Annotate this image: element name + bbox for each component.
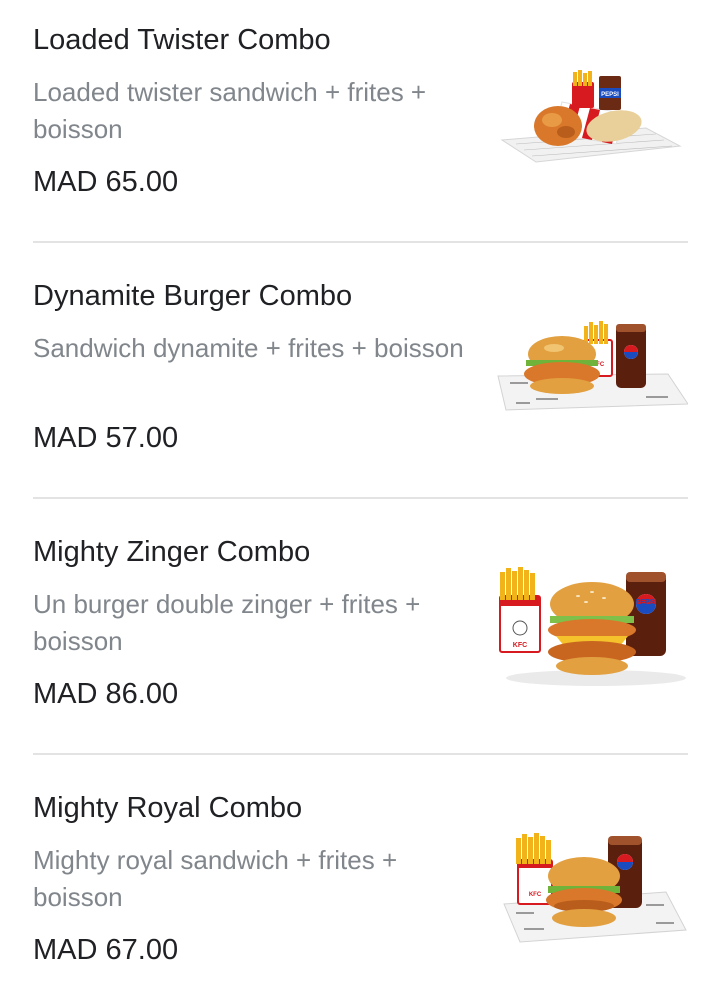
item-title: Dynamite Burger Combo [33,280,353,312]
item-price: MAD 86.00 [33,678,179,710]
item-title: Mighty Royal Combo [33,792,303,824]
item-price: MAD 57.00 [33,422,179,454]
kfc-logo: KFC [529,892,542,898]
item-price: MAD 65.00 [33,166,179,198]
mighty-zinger-combo-photo: KFC PEPSI [496,566,688,688]
item-price: MAD 67.00 [33,934,179,966]
item-description: Sandwich dynamite + frites + boisson [33,333,464,363]
pepsi-logo: PEPSI [601,92,619,98]
menu-item-mighty-zinger-combo[interactable]: Mighty Zinger Combo Un burger double zin… [0,534,704,734]
item-description: Loaded twister sandwich + frites + boiss… [33,77,427,144]
divider [33,497,688,499]
item-title: Mighty Zinger Combo [33,536,311,568]
item-description: Mighty royal sandwich + frites + boisson [33,845,398,912]
dynamite-burger-combo-photo: KFC [496,318,688,430]
menu-item-mighty-royal-combo[interactable]: Mighty Royal Combo Mighty royal sandwich… [0,790,704,980]
menu-item-dynamite-burger-combo[interactable]: Dynamite Burger Combo Sandwich dynamite … [0,278,704,478]
item-title: Loaded Twister Combo [33,24,331,56]
pepsi-logo: PEPSI [636,599,657,606]
item-description: Un burger double zinger + frites + boiss… [33,589,421,656]
divider [33,241,688,243]
kfc-logo: KFC [513,642,527,649]
menu-item-list: Loaded Twister Combo Loaded twister sand… [0,0,704,985]
twister-combo-photo: PEPSI [496,68,688,180]
divider [33,753,688,755]
mighty-royal-combo-photo: KFC [496,832,688,952]
menu-item-loaded-twister-combo[interactable]: Loaded Twister Combo Loaded twister sand… [0,22,704,222]
